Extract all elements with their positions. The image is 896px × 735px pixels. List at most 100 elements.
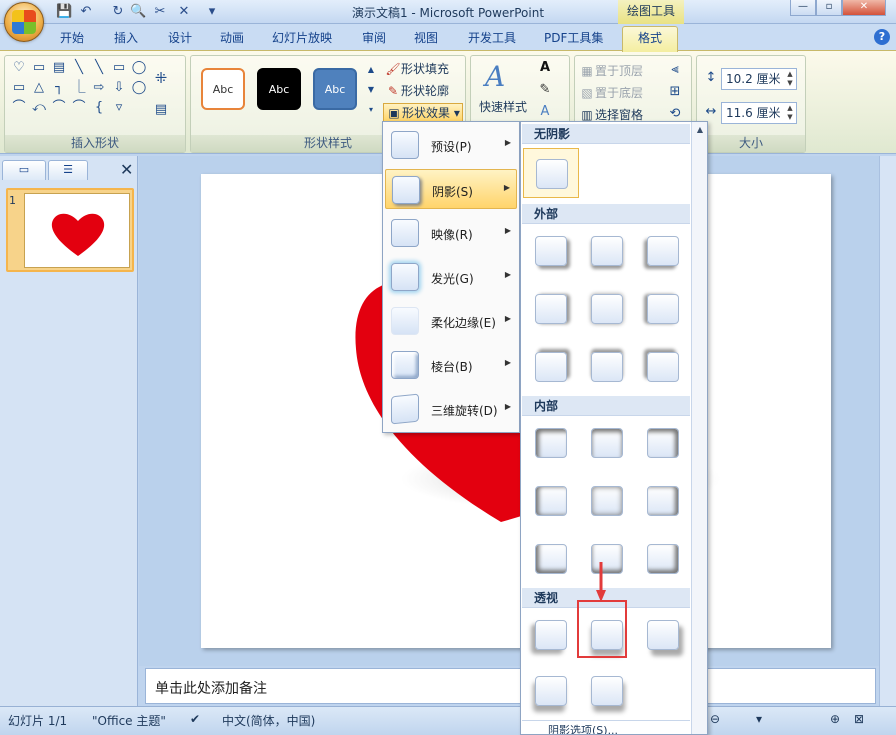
align-icon[interactable]: ⫷ [667,62,683,78]
shape-outline-button[interactable]: ✎ 形状轮廓 [385,82,449,99]
gallery-up-icon[interactable]: ▲ [363,62,379,78]
tab-developer[interactable]: 开发工具 [468,29,516,46]
shadow-perspective-cell[interactable] [523,610,579,660]
shape-item[interactable]: ▤ [51,60,67,76]
shape-style-sample-3[interactable]: Abc [313,68,357,110]
shadow-perspective-cell[interactable] [635,610,691,660]
tab-review[interactable]: 审阅 [362,29,386,46]
outline-tab-icon[interactable]: ☰ [48,160,88,180]
shadow-inner-cell[interactable] [635,418,691,468]
send-to-back-button[interactable]: ▧ 置于底层 [579,84,643,101]
notes-pane[interactable]: 单击此处添加备注 [145,668,876,704]
shadow-outer-cell[interactable] [523,342,579,392]
vertical-scrollbar[interactable] [879,156,896,706]
tab-pdf[interactable]: PDF工具集 [544,29,603,46]
gallery-more-icon[interactable]: ▾ [363,102,379,118]
shape-item[interactable]: ╲ [71,60,87,76]
panel-close-icon[interactable]: ✕ [120,160,133,179]
shape-item[interactable]: ⤺ [31,100,47,116]
tab-design[interactable]: 设计 [168,29,192,46]
wordart-a-icon[interactable]: A [485,60,505,93]
tab-insert[interactable]: 插入 [114,29,138,46]
shape-item[interactable]: ┐ [51,80,67,96]
shape-item[interactable]: ▭ [11,80,27,96]
shape-item[interactable]: ◯ [131,80,147,96]
gallery-scrollbar[interactable]: ▲ [691,122,707,734]
shape-fill-button[interactable]: 🖌形状填充 [385,60,449,77]
zoom-in-icon[interactable]: ⊕ [830,712,840,726]
shape-item[interactable]: ⌒ [11,100,27,116]
effects-menu-item-soft-edges[interactable]: 柔化边缘(E) ▶ [385,301,517,341]
zoom-out-icon[interactable]: ⊖ [710,712,720,726]
textbox-icon[interactable]: ▤ [153,102,169,118]
shape-item[interactable]: ⌒ [71,100,87,116]
shape-item[interactable]: ▿ [111,100,127,116]
shape-item[interactable]: △ [31,80,47,96]
shape-height-input[interactable]: 10.2 厘米 ▲ ▼ [721,68,797,90]
tab-animation[interactable]: 动画 [220,29,244,46]
help-icon[interactable]: ? [874,29,890,45]
shadow-outer-cell[interactable] [523,226,579,276]
shadow-perspective-cell[interactable] [579,666,635,716]
shadow-inner-cell[interactable] [579,418,635,468]
shape-style-sample-1[interactable]: Abc [201,68,245,110]
shadow-inner-cell[interactable] [635,534,691,584]
text-fill-icon[interactable]: A [537,60,553,76]
shape-item[interactable]: ▭ [31,60,47,76]
group-icon[interactable]: ⊞ [667,84,683,100]
minimize-button[interactable]: — [790,0,816,16]
office-button[interactable] [4,2,44,42]
slide-thumbnail[interactable] [6,188,134,272]
shape-width-input[interactable]: 11.6 厘米 ▲ ▼ [721,102,797,124]
rotate-icon[interactable]: ⟲ [667,106,683,122]
shape-item[interactable]: ♡ [11,60,27,76]
shadow-inner-cell[interactable] [579,476,635,526]
effects-menu-item-glow[interactable]: 发光(G) ▶ [385,257,517,297]
bring-to-front-button[interactable]: ▦ 置于顶层 [579,62,643,79]
shape-item[interactable]: ▭ [111,60,127,76]
shadow-none-cell[interactable] [523,148,579,198]
shadow-outer-cell[interactable] [635,226,691,276]
shape-item[interactable]: { [91,100,107,116]
shadow-outer-cell[interactable] [635,284,691,334]
shadow-perspective-cell[interactable] [523,666,579,716]
shape-style-sample-2[interactable]: Abc [257,68,301,110]
effects-menu-item-preset[interactable]: 预设(P) ▶ [385,125,517,165]
effects-menu-item-reflection[interactable]: 映像(R) ▶ [385,213,517,253]
zoom-slider-thumb-icon[interactable]: ▾ [756,712,762,726]
edit-shape-icon[interactable]: ⁜ [153,70,169,86]
spellcheck-icon[interactable]: ✔ [190,712,200,726]
shape-item[interactable]: ⇩ [111,80,127,96]
text-outline-icon[interactable]: ✎ [537,82,553,98]
shadow-outer-cell[interactable] [579,284,635,334]
tab-view[interactable]: 视图 [414,29,438,46]
close-button[interactable]: ✕ [842,0,886,16]
shadow-outer-cell[interactable] [523,284,579,334]
shape-effects-button[interactable]: ▣ 形状效果 ▾ [383,103,463,122]
fit-window-icon[interactable]: ⊠ [854,712,864,726]
shadow-outer-cell[interactable] [579,226,635,276]
slides-tab-icon[interactable]: ▭ [2,160,46,180]
shape-item[interactable]: ◯ [131,60,147,76]
effects-menu-item-3d-rotation[interactable]: 三维旋转(D) ▶ [385,389,517,429]
shadow-options-item[interactable]: 阴影选项(S)... [522,720,690,734]
quick-styles-button[interactable]: 快速样式 [479,98,527,115]
shadow-outer-cell[interactable] [635,342,691,392]
restore-button[interactable]: ▫ [816,0,842,16]
shadow-inner-cell[interactable] [635,476,691,526]
shape-item[interactable]: ⇨ [91,80,107,96]
text-effects-icon[interactable]: A [537,104,553,120]
effects-menu-item-bevel[interactable]: 棱台(B) ▶ [385,345,517,385]
gallery-down-icon[interactable]: ▼ [363,82,379,98]
shape-item[interactable]: ╲ [91,60,107,76]
tab-slideshow[interactable]: 幻灯片放映 [272,29,332,46]
width-spin-icon[interactable]: ▲ ▼ [785,104,795,122]
height-spin-icon[interactable]: ▲ ▼ [785,70,795,88]
shape-item[interactable]: ⎿ [71,80,87,96]
scroll-up-icon[interactable]: ▲ [692,122,707,138]
effects-menu-item-shadow[interactable]: 阴影(S) ▶ [385,169,517,209]
shadow-inner-cell[interactable] [579,534,635,584]
tab-format[interactable]: 格式 [622,26,678,52]
shadow-outer-cell[interactable] [579,342,635,392]
shape-item[interactable]: ⌒ [51,100,67,116]
